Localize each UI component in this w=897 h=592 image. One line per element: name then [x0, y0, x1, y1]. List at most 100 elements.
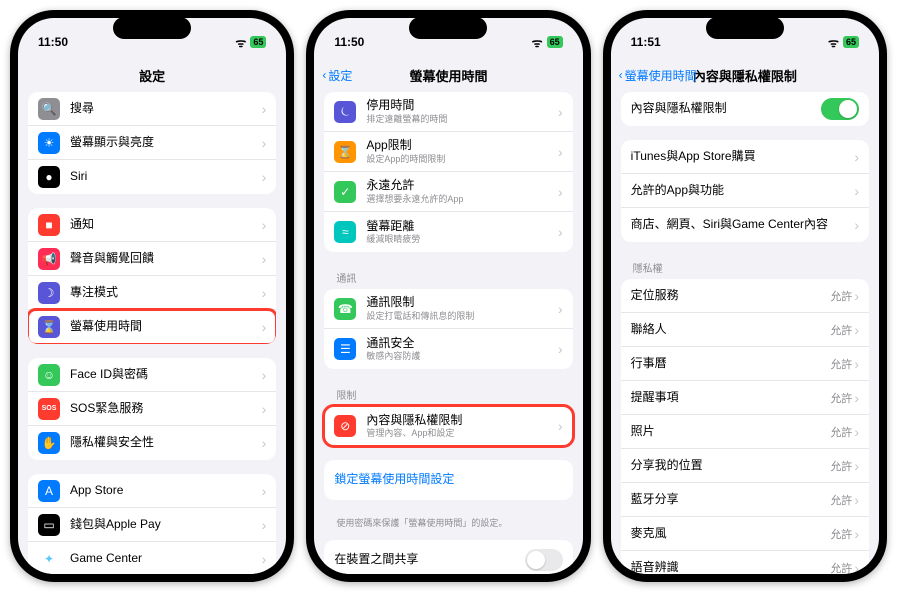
settings-cell[interactable]: 麥克風允許›: [621, 517, 869, 551]
cell-subtitle: 排定遠離螢幕的時間: [366, 114, 558, 125]
settings-group: 🔍搜尋›☀螢幕顯示與亮度›●Siri›: [28, 92, 276, 194]
settings-cell[interactable]: 照片允許›: [621, 415, 869, 449]
settings-group: ⏾停用時間排定遠離螢幕的時間›⌛App限制設定App的時間限制›✓永遠允許選擇想…: [324, 92, 572, 252]
cell-icon: 🔍: [38, 98, 60, 120]
settings-cell[interactable]: 🔍搜尋›: [28, 92, 276, 126]
phone-frame-3: 11:51 ᯤ 65 ‹ 螢幕使用時間 內容與隱私權限制 內容與隱私權限制iTu…: [603, 10, 887, 582]
settings-cell[interactable]: ≈螢幕距離緩減眼睛疲勞›: [324, 212, 572, 252]
settings-group: 在裝置之間共享: [324, 540, 572, 574]
restrictions-list[interactable]: 內容與隱私權限制iTunes與App Store購買›允許的App與功能›商店、…: [611, 92, 879, 574]
cell-text: 定位服務: [631, 288, 831, 304]
settings-list[interactable]: 🔍搜尋›☀螢幕顯示與亮度›●Siri›■通知›📢聲音與觸覺回饋›☽專注模式›⌛螢…: [18, 92, 286, 574]
cell-icon: 📢: [38, 248, 60, 270]
chevron-right-icon: ›: [558, 301, 563, 317]
cell-title: 聲音與觸覺回饋: [70, 251, 262, 267]
settings-cell[interactable]: 聯絡人允許›: [621, 313, 869, 347]
cell-title: 通知: [70, 217, 262, 233]
settings-cell[interactable]: 定位服務允許›: [621, 279, 869, 313]
settings-cell[interactable]: ☽專注模式›: [28, 276, 276, 310]
nav-bar: ‹ 螢幕使用時間 內容與隱私權限制: [611, 58, 879, 92]
cell-title: SOS緊急服務: [70, 401, 262, 417]
screen-3: 11:51 ᯤ 65 ‹ 螢幕使用時間 內容與隱私權限制 內容與隱私權限制iTu…: [611, 18, 879, 574]
cell-title: 通訊限制: [366, 295, 558, 311]
settings-cell[interactable]: ▭錢包與Apple Pay›: [28, 508, 276, 542]
settings-cell[interactable]: 語音辨識允許›: [621, 551, 869, 574]
settings-cell[interactable]: 鎖定螢幕使用時間設定: [324, 460, 572, 500]
settings-group: AApp Store›▭錢包與Apple Pay›✦Game Center›☁i…: [28, 474, 276, 574]
cell-text: 語音辨識: [631, 560, 831, 574]
settings-cell[interactable]: iTunes與App Store購買›: [621, 140, 869, 174]
settings-cell[interactable]: 📢聲音與觸覺回饋›: [28, 242, 276, 276]
dynamic-island: [706, 17, 784, 39]
cell-text: 商店、網頁、Siri與Game Center內容: [631, 217, 855, 233]
settings-cell[interactable]: SOSSOS緊急服務›: [28, 392, 276, 426]
page-title: 螢幕使用時間: [409, 66, 487, 85]
chevron-right-icon: ›: [854, 288, 859, 304]
nav-bar: ‹ 設定 螢幕使用時間: [314, 58, 582, 92]
chevron-right-icon: ›: [558, 341, 563, 357]
screentime-list[interactable]: ⏾停用時間排定遠離螢幕的時間›⌛App限制設定App的時間限制›✓永遠允許選擇想…: [314, 92, 582, 574]
settings-cell[interactable]: ■通知›: [28, 208, 276, 242]
back-button[interactable]: ‹ 螢幕使用時間: [619, 67, 697, 84]
settings-cell[interactable]: 藍牙分享允許›: [621, 483, 869, 517]
cell-text: 錢包與Apple Pay: [70, 517, 262, 533]
cell-title: App限制: [366, 138, 558, 154]
settings-cell[interactable]: 內容與隱私權限制: [621, 92, 869, 126]
cell-text: 分享我的位置: [631, 458, 831, 474]
settings-cell[interactable]: ☺Face ID與密碼›: [28, 358, 276, 392]
cell-title: 螢幕使用時間: [70, 319, 262, 335]
cell-value: 允許: [830, 560, 852, 575]
settings-cell[interactable]: 商店、網頁、Siri與Game Center內容›: [621, 208, 869, 242]
screen-1: 11:50 ᯤ 65 設定 🔍搜尋›☀螢幕顯示與亮度›●Siri›■通知›📢聲音…: [18, 18, 286, 574]
cell-text: 聯絡人: [631, 322, 831, 338]
settings-cell[interactable]: ✋隱私權與安全性›: [28, 426, 276, 460]
cell-icon: ■: [38, 214, 60, 236]
settings-cell[interactable]: ⌛螢幕使用時間›: [28, 310, 276, 344]
cell-text: iTunes與App Store購買: [631, 149, 855, 165]
settings-cell[interactable]: ✦Game Center›: [28, 542, 276, 574]
settings-cell[interactable]: ⏾停用時間排定遠離螢幕的時間›: [324, 92, 572, 132]
cell-text: 停用時間排定遠離螢幕的時間: [366, 98, 558, 124]
status-time: 11:50: [38, 35, 68, 49]
cell-value: 允許: [830, 356, 852, 372]
group-header: 通訊: [324, 266, 572, 289]
settings-cell[interactable]: 允許的App與功能›: [621, 174, 869, 208]
cell-title: 允許的App與功能: [631, 183, 855, 199]
cell-icon: ⌛: [334, 141, 356, 163]
cell-title: Face ID與密碼: [70, 367, 262, 383]
cell-icon: ●: [38, 166, 60, 188]
settings-cell[interactable]: ☰通訊安全敏感內容防護›: [324, 329, 572, 369]
chevron-right-icon: ›: [262, 319, 267, 335]
settings-cell[interactable]: 提醒事項允許›: [621, 381, 869, 415]
toggle-switch[interactable]: [821, 98, 859, 120]
settings-cell[interactable]: ⌛App限制設定App的時間限制›: [324, 132, 572, 172]
cell-title: 提醒事項: [631, 390, 831, 406]
settings-cell[interactable]: 分享我的位置允許›: [621, 449, 869, 483]
cell-title: 錢包與Apple Pay: [70, 517, 262, 533]
settings-cell[interactable]: AApp Store›: [28, 474, 276, 508]
settings-cell[interactable]: ⊘內容與隱私權限制管理內容、App和設定›: [324, 406, 572, 446]
settings-cell[interactable]: ✓永遠允許選擇想要永遠允許的App›: [324, 172, 572, 212]
cell-title: 麥克風: [631, 526, 831, 542]
settings-cell[interactable]: ☀螢幕顯示與亮度›: [28, 126, 276, 160]
cell-text: 專注模式: [70, 285, 262, 301]
settings-cell[interactable]: ●Siri›: [28, 160, 276, 194]
cell-icon: ☽: [38, 282, 60, 304]
cell-title: 在裝置之間共享: [334, 552, 524, 568]
toggle-switch[interactable]: [525, 549, 563, 571]
cell-title: 螢幕距離: [366, 219, 558, 235]
cell-icon: ⏾: [334, 101, 356, 123]
status-time: 11:51: [631, 35, 661, 49]
back-button[interactable]: ‹ 設定: [322, 67, 352, 84]
cell-title: 語音辨識: [631, 560, 831, 574]
settings-group: ⊘內容與隱私權限制管理內容、App和設定›: [324, 406, 572, 446]
settings-cell[interactable]: ☎通訊限制設定打電話和傳訊息的限制›: [324, 289, 572, 329]
settings-group: 定位服務允許›聯絡人允許›行事曆允許›提醒事項允許›照片允許›分享我的位置允許›…: [621, 279, 869, 574]
cell-text: 行事曆: [631, 356, 831, 372]
settings-cell[interactable]: 在裝置之間共享: [324, 540, 572, 574]
settings-cell[interactable]: 行事曆允許›: [621, 347, 869, 381]
cell-text: 內容與隱私權限制: [631, 101, 821, 117]
page-title: 設定: [139, 66, 165, 85]
cell-icon: ✦: [38, 548, 60, 570]
phone-frame-1: 11:50 ᯤ 65 設定 🔍搜尋›☀螢幕顯示與亮度›●Siri›■通知›📢聲音…: [10, 10, 294, 582]
